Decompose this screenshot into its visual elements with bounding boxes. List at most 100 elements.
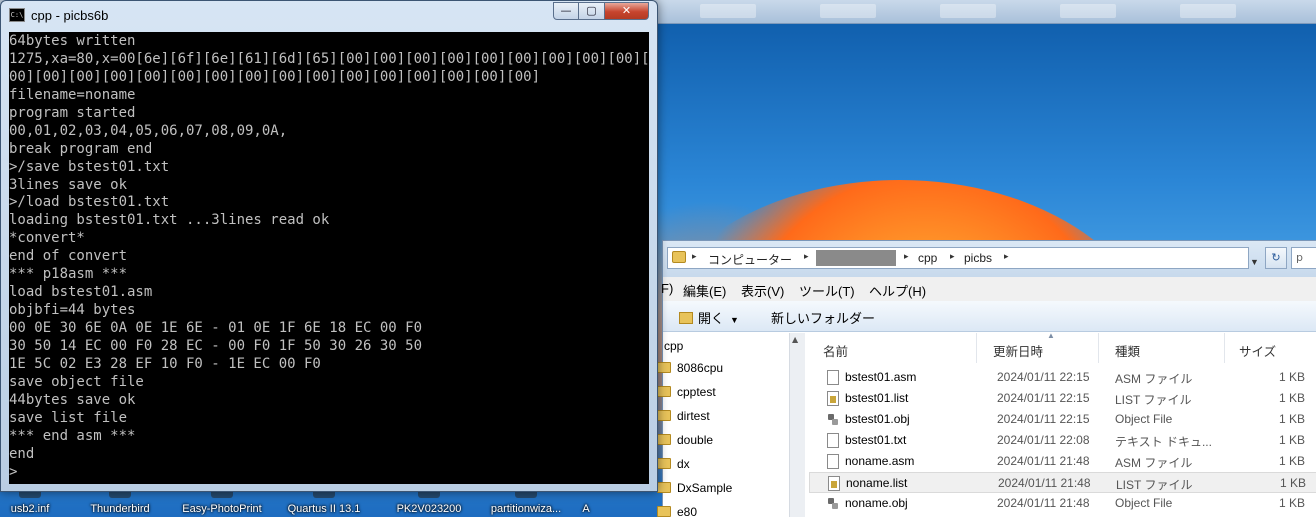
chevron-right-icon: ▸: [904, 251, 909, 261]
minimize-button[interactable]: —: [553, 2, 579, 20]
console-line: 1275,xa=80,x=00[6e][6f][6e][61][6d][65][…: [9, 50, 649, 67]
console-line: >/save bstest01.txt: [9, 158, 170, 175]
explorer-window: ▸ コンピューター ▸ ▸ cpp ▸ picbs ▸ ▼ ↻ p F) 編集(…: [657, 240, 1316, 517]
open-button[interactable]: 開く ▼: [679, 308, 739, 327]
object-file-icon: [827, 412, 839, 427]
folder-icon: [657, 410, 671, 421]
console-line: 00][00][00][00][00][00][00][00][00][00][…: [9, 68, 541, 85]
file-icon: [827, 454, 839, 469]
desktop-icon-easy-photoprint[interactable]: Easy-PhotoPrint: [172, 488, 272, 517]
desktop-top-item: [820, 4, 876, 18]
desktop-icon-thunderbird[interactable]: Thunderbird: [80, 488, 160, 517]
window-controls: — ▢ ✕: [553, 2, 649, 20]
console-line: >: [9, 463, 18, 480]
breadcrumb-redacted: [816, 250, 896, 266]
menu-tools[interactable]: ツール(T): [799, 281, 855, 300]
chevron-right-icon: ▸: [692, 251, 697, 261]
column-header-size[interactable]: サイズ: [1225, 333, 1316, 363]
console-line: *** p18asm ***: [9, 266, 128, 283]
console-line: save list file: [9, 409, 128, 426]
folder-icon: [672, 251, 686, 263]
chevron-right-icon: ▸: [950, 251, 955, 261]
menu-view[interactable]: 表示(V): [741, 281, 784, 300]
console-title-bar[interactable]: C:\ cpp - picbs6b — ▢ ✕: [1, 1, 657, 31]
console-output[interactable]: 64bytes written 1275,xa=80,x=00[6e][6f][6…: [9, 32, 649, 484]
nav-scrollbar[interactable]: ▲: [789, 333, 805, 517]
console-window: C:\ cpp - picbs6b — ▢ ✕ 64bytes written 1…: [0, 0, 658, 492]
console-line: 64bytes written: [9, 33, 136, 49]
desktop-top-item: [700, 4, 756, 18]
folder-icon: [657, 434, 671, 445]
chevron-right-icon: ▸: [1004, 251, 1009, 261]
column-header-modified[interactable]: 更新日時: [977, 333, 1099, 363]
chevron-down-icon[interactable]: ▼: [1250, 257, 1259, 267]
desktop-icon-a[interactable]: A: [576, 488, 596, 517]
column-header-type[interactable]: 種類: [1099, 333, 1225, 363]
console-line: 3lines save ok: [9, 176, 128, 193]
chevron-up-icon[interactable]: ▲: [792, 335, 798, 344]
console-line: *** end asm ***: [9, 427, 136, 444]
refresh-button[interactable]: ↻: [1265, 247, 1287, 269]
file-row[interactable]: bstest01.asm 2024/01/11 22:15 ASM ファイル 1…: [809, 367, 1316, 388]
console-line: 44bytes save ok: [9, 391, 136, 408]
file-list: 名前 ▲ 更新日時 種類 サイズ bstest01.asm 2024/01/11…: [809, 331, 1316, 517]
file-row[interactable]: noname.asm 2024/01/11 21:48 ASM ファイル 1 K…: [809, 451, 1316, 472]
chevron-right-icon: ▸: [804, 251, 809, 261]
console-line: 30 50 14 EC 00 F0 28 EC - 00 F0 1F 50 30…: [9, 337, 423, 354]
console-line: 00,01,02,03,04,05,06,07,08,09,0A,: [9, 122, 288, 139]
console-app-icon[interactable]: C:\: [9, 8, 25, 22]
folder-icon: [657, 482, 671, 493]
object-file-icon: [827, 496, 839, 511]
menu-file[interactable]: F): [661, 281, 673, 296]
folder-icon: [657, 458, 671, 469]
desktop-top-item: [1060, 4, 1116, 18]
close-button[interactable]: ✕: [605, 2, 649, 20]
console-line: *convert*: [9, 230, 85, 247]
address-box[interactable]: ▸ コンピューター ▸ ▸ cpp ▸ picbs ▸ ▼: [667, 247, 1259, 269]
console-line: program started: [9, 104, 136, 121]
file-row[interactable]: bstest01.txt 2024/01/11 22:08 テキスト ドキュ..…: [809, 430, 1316, 451]
breadcrumb-picbs[interactable]: picbs: [964, 251, 992, 265]
breadcrumb-cpp[interactable]: cpp: [918, 251, 937, 265]
open-label: 開く: [698, 311, 725, 326]
folder-icon: [657, 386, 671, 397]
new-folder-button[interactable]: 新しいフォルダー: [771, 308, 875, 327]
console-line: objbfi=44 bytes: [9, 302, 136, 319]
console-line: end: [9, 445, 35, 462]
desktop-icon-usb2[interactable]: usb2.inf: [0, 488, 60, 517]
file-icon: [827, 433, 839, 448]
console-line: filename=noname: [9, 86, 136, 103]
maximize-button[interactable]: ▢: [579, 2, 605, 20]
console-line: 00 0E 30 6E 0A 0E 1E 6E - 01 0E 1F 6E 18…: [9, 320, 423, 336]
toolbar: 開く ▼ 新しいフォルダー: [663, 301, 1316, 332]
navigation-pane: cpp 8086cpu cpptest dirtest double dx Dx…: [657, 333, 803, 517]
file-row[interactable]: bstest01.obj 2024/01/11 22:15 Object Fil…: [809, 409, 1316, 430]
console-line: load bstest01.asm: [9, 284, 153, 301]
menu-edit[interactable]: 編集(E): [683, 281, 726, 300]
desktop-top-item: [1180, 4, 1236, 18]
file-row-selected[interactable]: noname.list 2024/01/11 21:48 LIST ファイル 1…: [809, 472, 1316, 493]
list-file-icon: [828, 476, 840, 491]
breadcrumb-computer[interactable]: コンピューター: [708, 251, 792, 268]
console-line: loading bstest01.txt ...3lines read ok: [9, 212, 330, 229]
open-icon: [679, 312, 693, 324]
desktop-icon-partitionwizard[interactable]: partitionwiza...: [474, 488, 578, 517]
search-input[interactable]: p: [1291, 247, 1316, 269]
file-icon: [827, 370, 839, 385]
column-header-name[interactable]: 名前: [809, 333, 977, 363]
desktop-icon-pk2[interactable]: PK2V023200: [384, 488, 474, 517]
console-line: 1E 5C 02 E3 28 EF 10 F0 - 1E EC 00 F0: [9, 355, 321, 372]
chevron-down-icon: ▼: [730, 315, 739, 325]
desktop-icons-row: usb2.inf Thunderbird Easy-PhotoPrint Qua…: [0, 488, 600, 517]
console-line: save object file: [9, 373, 144, 390]
list-file-icon: [827, 391, 839, 406]
console-line: break program end: [9, 140, 153, 157]
address-bar-area: ▸ コンピューター ▸ ▸ cpp ▸ picbs ▸ ▼ ↻ p: [663, 241, 1316, 277]
menu-help[interactable]: ヘルプ(H): [869, 281, 926, 300]
file-row[interactable]: bstest01.list 2024/01/11 22:15 LIST ファイル…: [809, 388, 1316, 409]
console-line: end of convert: [9, 248, 128, 265]
folder-icon: [657, 506, 671, 517]
desktop-icon-quartus[interactable]: Quartus II 13.1: [274, 488, 374, 517]
file-row[interactable]: noname.obj 2024/01/11 21:48 Object File …: [809, 493, 1316, 514]
window-title: cpp - picbs6b: [31, 8, 109, 23]
